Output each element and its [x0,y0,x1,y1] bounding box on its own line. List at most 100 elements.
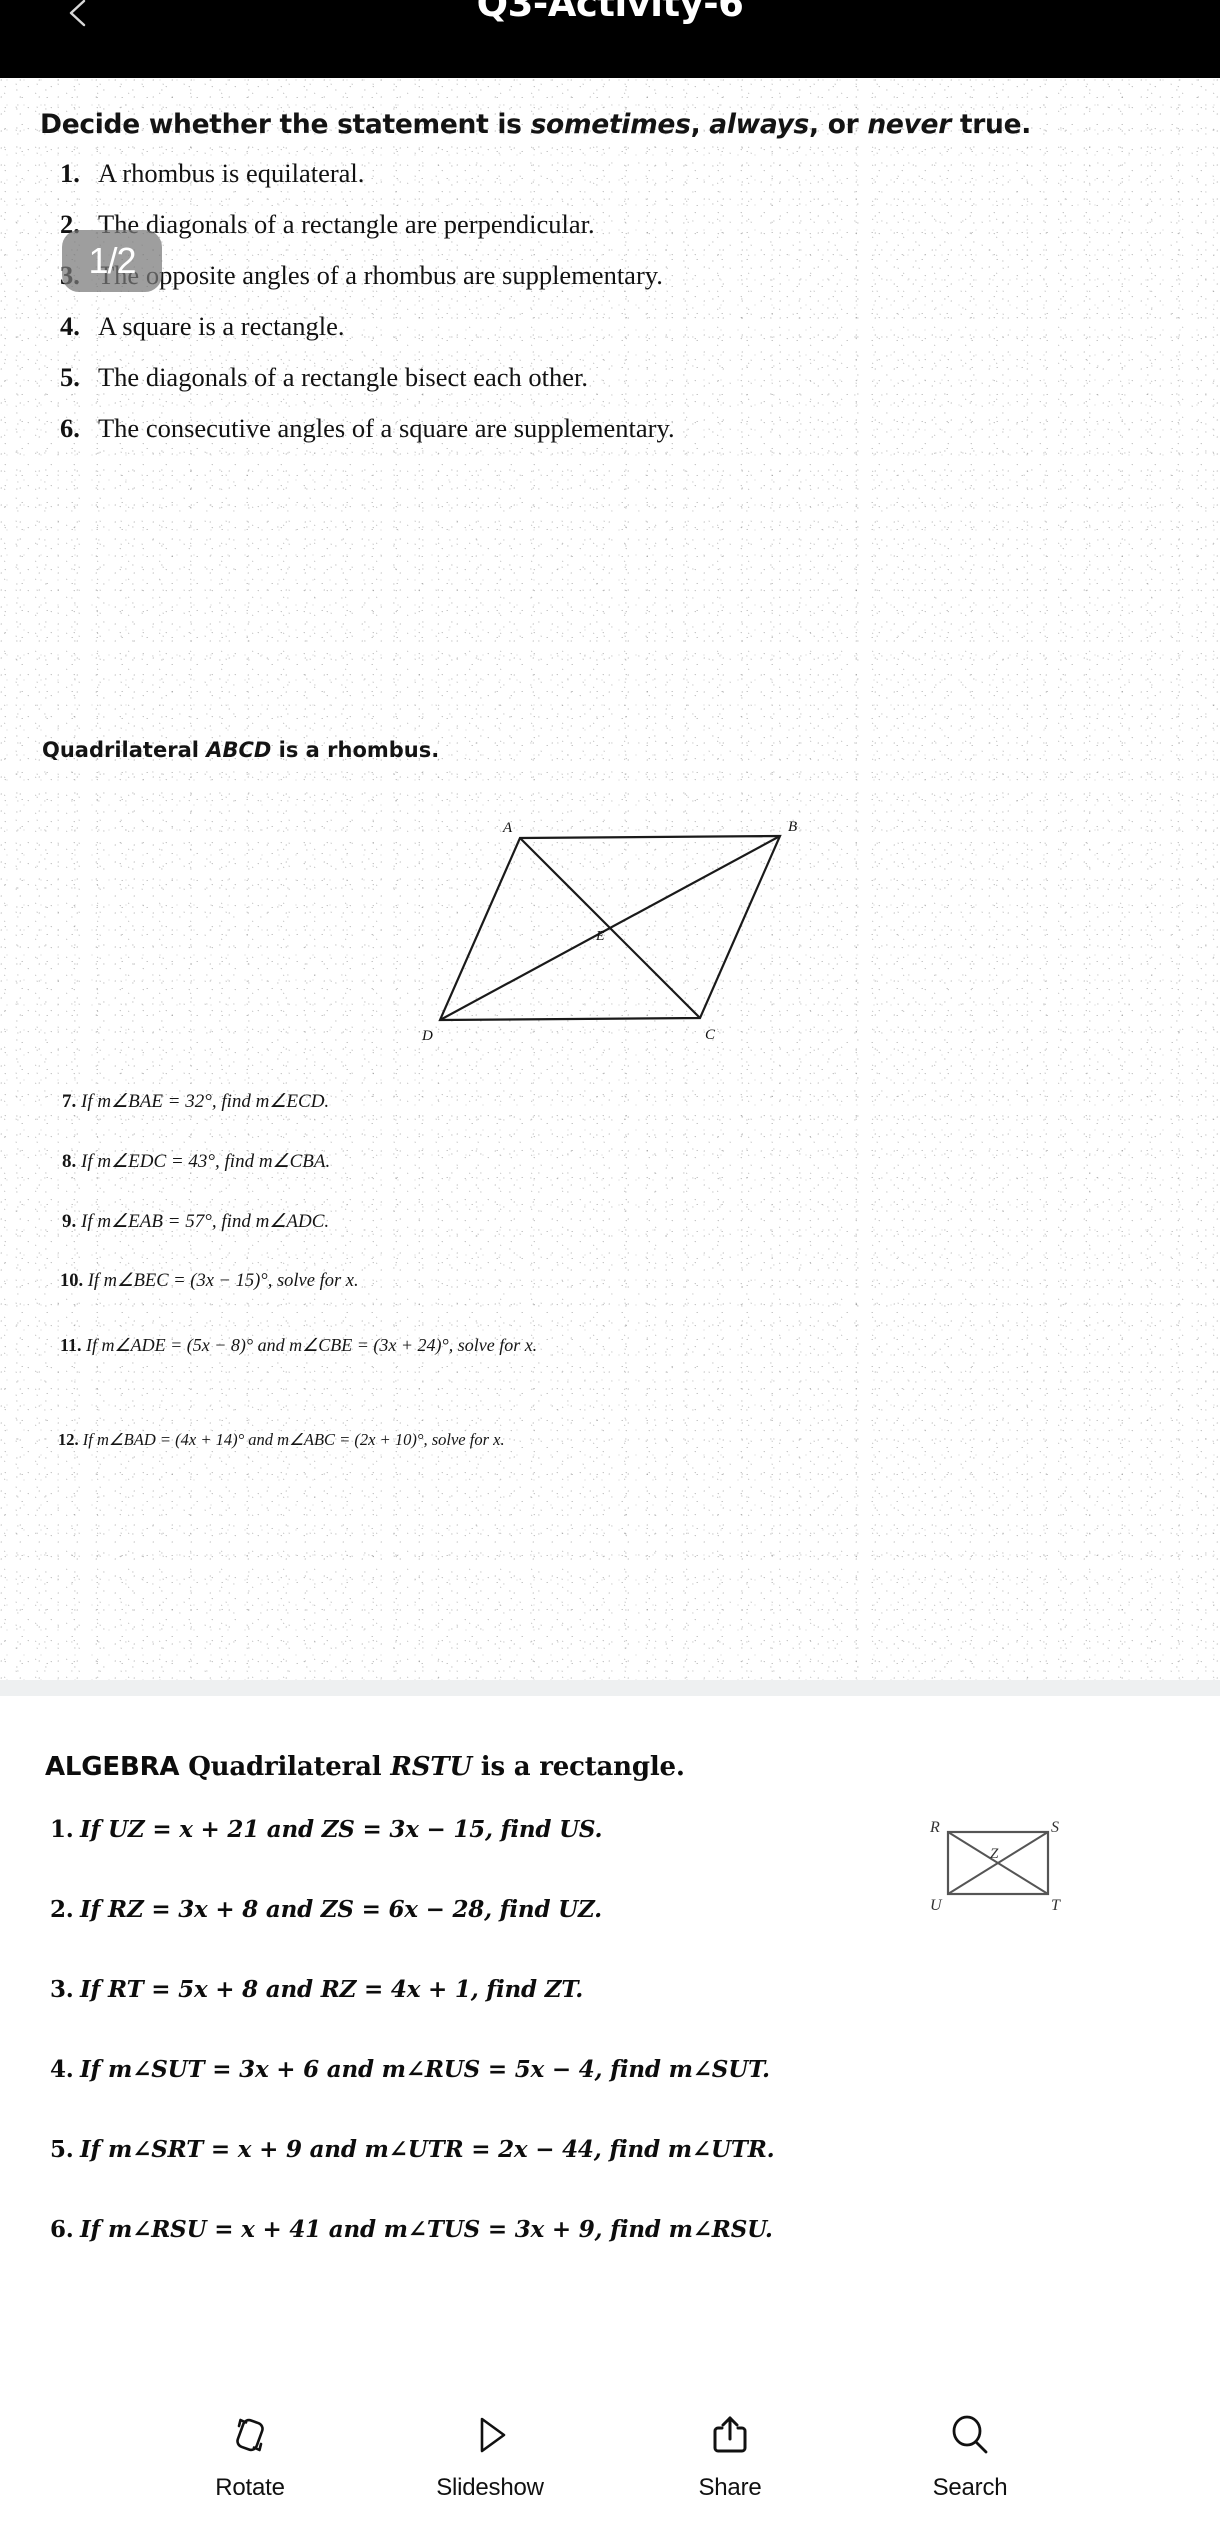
question-text: If m∠BEC = (3x − 15)°, solve for x. [87,1271,359,1291]
question-text: If UZ = x + 21 and ZS = 3x − 15, find US… [80,1816,603,1843]
statement-text: The opposite angles of a rhombus are sup… [98,260,663,290]
algebra-question-item: 2. If RZ = 3x + 8 and ZS = 6x − 28, find … [50,1896,950,1976]
toolbar-label: Rotate [215,2474,285,2501]
statement-item: 4. A square is a rectangle. [60,311,1180,362]
algebra-heading-post: is a rectangle. [471,1752,685,1782]
intersection-label-e: E [595,929,605,944]
toolbar-item-rotate[interactable]: Rotate [130,2410,370,2502]
document-title: Q3-Activity-6 [476,0,744,25]
prompt-em-always: always [709,109,810,140]
statement-item: 1. A rhombus is equilateral. [60,158,1180,209]
statement-number: 5. [60,362,80,392]
question-item: 10. If m∠BEC = (3x − 15)°, solve for x. [60,1270,359,1292]
question-text: If RT = 5x + 8 and RZ = 4x + 1, find ZT. [80,1976,584,2003]
statement-item: 3.The opposite angles of a rhombus are s… [60,260,1180,311]
question-number: 6. [50,2216,74,2243]
question-text: If m∠BAE = 32°, find m∠ECD. [81,1091,330,1112]
statement-text: The diagonals of a rectangle bisect each… [98,362,589,392]
magnifier-icon[interactable] [947,2410,993,2460]
vertex-label-r: R [929,1819,940,1836]
statement-number: 6. [60,413,80,443]
question-text: If m∠SRT = x + 9 and m∠UTR = 2x − 44, fi… [80,2136,775,2163]
page-indicator-badge: 1/2 [62,230,162,292]
prompt-sep1: , [690,109,710,140]
algebra-question-item: 4. If m∠SUT = 3x + 6 and m∠RUS = 5x − 4, … [50,2056,950,2136]
prompt-post: true. [950,109,1032,140]
question-number: 12. [58,1430,79,1449]
algebra-question-item: 3. If RT = 5x + 8 and RZ = 4x + 1, find Z… [50,1976,950,2056]
algebra-question-list: 1. If UZ = x + 21 and ZS = 3x − 15, find … [50,1816,950,2296]
question-number: 3. [50,1976,74,2003]
question-item: 11. If m∠ADE = (5x − 8)° and m∠CBE = (3x… [60,1330,660,1360]
rhombus-diagram: A B C D E [400,818,820,1048]
question-text: If RZ = 3x + 8 and ZS = 6x − 28, find UZ… [80,1896,602,1923]
question-number: 2. [50,1896,74,1923]
rhombus-heading-pre: Quadrilateral [42,738,207,762]
play-triangle-icon[interactable] [467,2410,513,2460]
vertex-label-b: B [788,819,797,835]
vertex-label-a: A [502,820,513,836]
app-root: Q3-Activity-6 Decide whether the stateme… [0,0,1220,2541]
question-number: 5. [50,2136,74,2163]
intersection-label-z: Z [990,1846,999,1862]
question-number: 4. [50,2056,74,2083]
toolbar-item-search[interactable]: Search [850,2410,1090,2502]
toolbar-item-share[interactable]: Share [610,2410,850,2502]
question-text: If m∠BAD = (4x + 14)° and m∠ABC = (2x + … [82,1430,505,1449]
statement-text: A square is a rectangle. [98,311,345,341]
statement-number: 4. [60,311,80,341]
question-text: If m∠EAB = 57°, find m∠ADC. [81,1211,330,1232]
algebra-heading-pre: Quadrilateral [179,1752,391,1782]
question-item: 12. If m∠BAD = (4x + 14)° and m∠ABC = (2… [58,1430,505,1450]
statement-text: The consecutive angles of a square are s… [98,413,675,443]
vertex-label-s: S [1051,1819,1059,1836]
rhombus-heading-label: ABCD [206,738,272,762]
prompt-em-never: never [867,109,951,140]
statement-list: 1. A rhombus is equilateral. 2. The diagon… [60,158,1180,464]
statement-text: A rhombus is equilateral. [98,158,365,188]
vertex-label-u: U [930,1897,943,1914]
prompt-sep2: , or [809,109,868,140]
algebra-label: ALGEBRA [45,1752,180,1782]
algebra-section-heading: ALGEBRA Quadrilateral RSTU is a rectangl… [45,1752,685,1782]
vertex-label-d: D [421,1028,433,1044]
prompt-pre: Decide whether the statement is [40,109,531,140]
rhombus-heading-post: is a rhombus. [271,738,440,762]
statement-item: 2. The diagonals of a rectangle are perpe… [60,209,1180,260]
toolbar-label: Share [698,2474,762,2501]
rhombus-section-heading: Quadrilateral ABCD is a rhombus. [42,738,439,762]
question-text: If m∠RSU = x + 41 and m∠TUS = 3x + 9, fi… [80,2216,773,2243]
share-up-arrow-icon[interactable] [707,2410,753,2460]
rotate-icon[interactable] [227,2410,273,2460]
scanned-worksheet-page-2[interactable]: ALGEBRA Quadrilateral RSTU is a rectangl… [0,1696,1220,2396]
question-item: 7. If m∠BAE = 32°, find m∠ECD. [62,1090,329,1113]
toolbar-label: Slideshow [436,2474,544,2501]
algebra-question-item: 5. If m∠SRT = x + 9 and m∠UTR = 2x − 44, … [50,2136,950,2216]
toolbar-item-slideshow[interactable]: Slideshow [370,2410,610,2502]
algebra-question-item: 6. If m∠RSU = x + 41 and m∠TUS = 3x + 9, … [50,2216,950,2296]
top-navigation-bar: Q3-Activity-6 [0,0,1220,78]
vertex-label-t: T [1051,1897,1061,1914]
question-number: 8. [62,1151,77,1172]
algebra-heading-label: RSTU [390,1752,472,1782]
question-number: 9. [62,1211,77,1232]
question-item: 8. If m∠EDC = 43°, find m∠CBA. [62,1150,330,1173]
statement-text: The diagonals of a rectangle are perpend… [98,209,595,239]
algebra-question-item: 1. If UZ = x + 21 and ZS = 3x − 15, find … [50,1816,950,1896]
scanned-worksheet-page-1[interactable]: Decide whether the statement is sometime… [0,78,1220,1680]
question-number: 11. [60,1335,82,1355]
question-text: If m∠EDC = 43°, find m∠CBA. [81,1151,331,1172]
page-separator [0,1680,1220,1696]
statement-number: 1. [60,158,80,188]
toolbar-label: Search [932,2474,1008,2501]
rectangle-diagram: R S T U Z [920,1810,1080,1920]
question-item: 9. If m∠EAB = 57°, find m∠ADC. [62,1210,329,1233]
question-text: If m∠ADE = (5x − 8)° and m∠CBE = (3x + 2… [86,1335,538,1355]
prompt-em-sometimes: sometimes [530,109,691,140]
statement-item: 5. The diagonals of a rectangle bisect ea… [60,362,1180,413]
prompt-heading: Decide whether the statement is sometime… [40,108,1180,142]
vertex-label-c: C [705,1027,716,1043]
question-number: 1. [50,1816,74,1843]
statement-item: 6. The consecutive angles of a square are… [60,413,1180,464]
question-number: 10. [60,1271,84,1291]
